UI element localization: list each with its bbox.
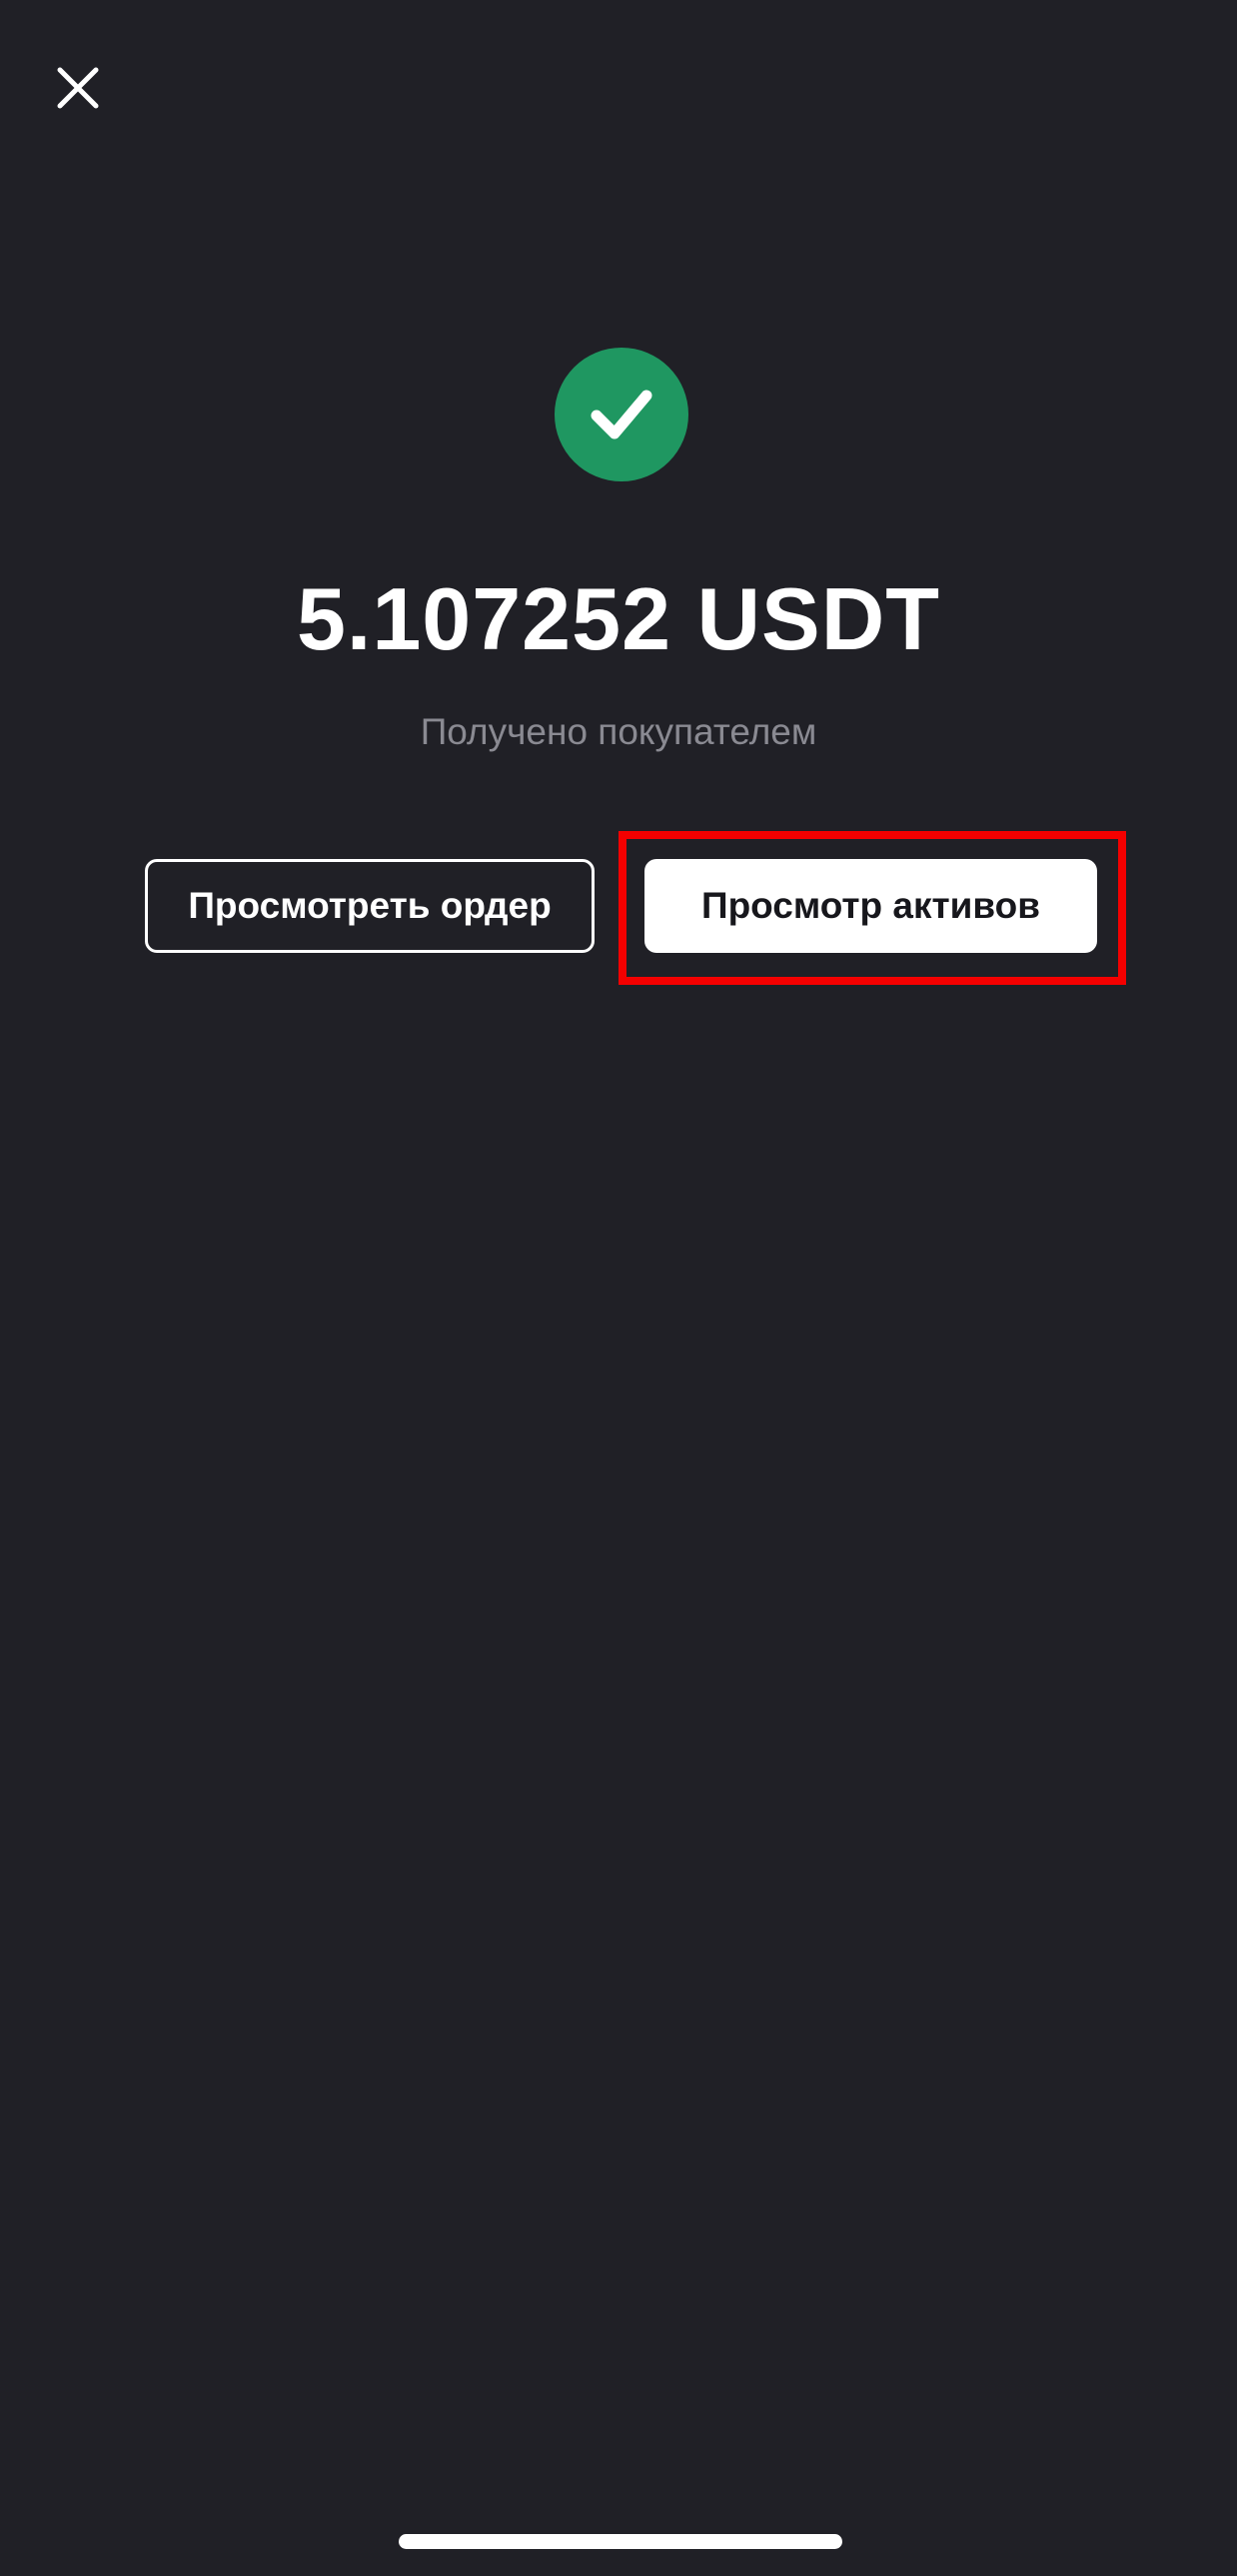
view-assets-button[interactable]: Просмотр активов bbox=[644, 859, 1097, 953]
received-amount: 5.107252 USDT bbox=[296, 569, 941, 668]
view-order-button[interactable]: Просмотреть ордер bbox=[145, 859, 595, 953]
success-badge bbox=[555, 348, 688, 481]
status-subtitle: Получено покупателем bbox=[420, 711, 817, 752]
close-button[interactable] bbox=[50, 60, 106, 116]
home-indicator[interactable] bbox=[399, 2534, 842, 2549]
checkmark-icon bbox=[591, 390, 652, 439]
close-icon bbox=[57, 67, 99, 109]
